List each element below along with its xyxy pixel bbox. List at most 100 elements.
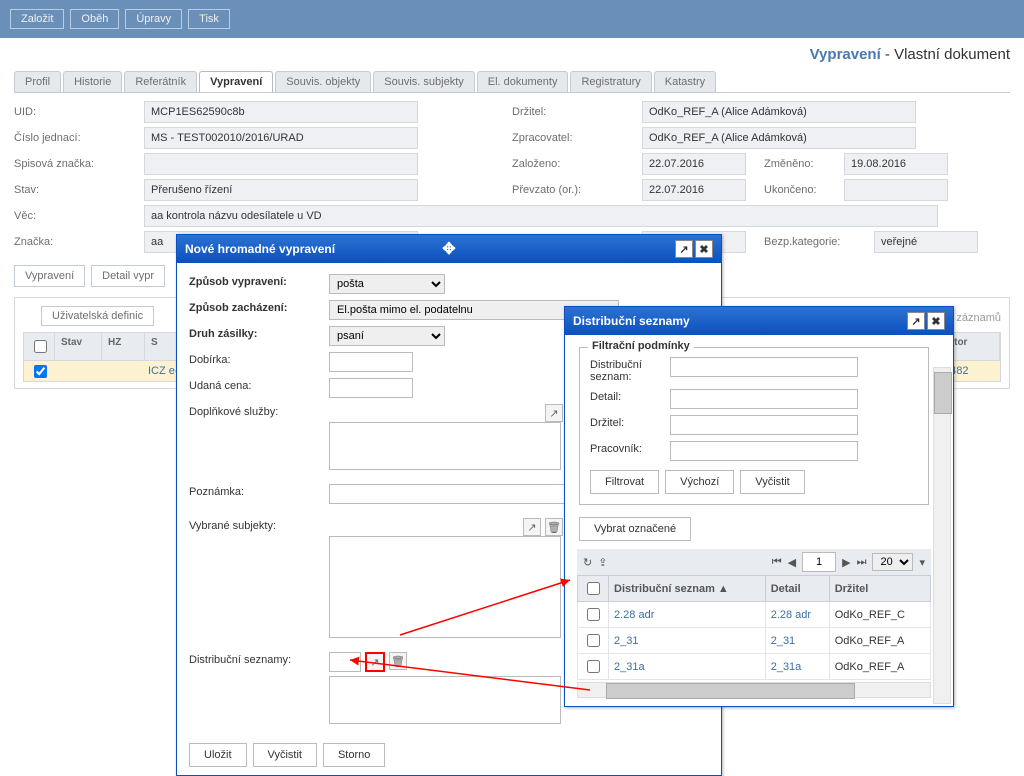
upravy-button[interactable]: Úpravy [125,9,182,29]
page-first-icon[interactable]: ⏮ [772,556,782,569]
page-prev-icon[interactable]: ◀ [788,556,796,569]
detail-label: Detail: [590,389,670,403]
tab-vypraveni[interactable]: Vypravení [199,71,273,92]
udana-cena-label: Udaná cena: [189,378,329,392]
ds-input[interactable] [670,357,858,377]
sz-label: Spisová značka: [14,158,144,170]
page-input[interactable] [802,552,836,572]
drzitel-label: Držitel: [512,106,642,118]
refresh-icon[interactable]: ↻ [583,556,592,569]
zalozeno-label: Založeno: [512,158,642,170]
th-ds[interactable]: Distribuční seznam ▲ [609,576,766,602]
druh-zasilky-label: Druh zásilky: [189,326,329,340]
obeh-button[interactable]: Oběh [70,9,119,29]
export-icon[interactable]: ⇪ [598,556,607,569]
doplnkove-sluzby-label: Doplňkové služby: [189,404,329,418]
row2-checkbox[interactable] [587,608,600,621]
vybrat-oznacene-button[interactable]: Vybrat označené [579,517,691,541]
vec-label: Věc: [14,210,144,222]
horizontal-scrollbar[interactable] [577,682,931,698]
close2-icon[interactable]: ✖ [927,312,945,330]
delete-subjekty-icon[interactable]: 🗑 [545,518,563,536]
tab-profil[interactable]: Profil [14,71,61,92]
top-toolbar: Založit Oběh Úpravy Tisk [0,0,1024,38]
znacka-label: Značka: [14,236,144,248]
ulozit-button[interactable]: Uložit [189,743,247,767]
tab-historie[interactable]: Historie [63,71,122,92]
vycistit2-button[interactable]: Vyčistit [740,470,804,494]
uid-value: MCP1ES62590c8b [144,101,418,123]
pager: ↻ ⇪ ⏮ ◀ ▶ ⏭ 20 ▾ [577,549,931,575]
zalozit-button[interactable]: Založit [10,9,64,29]
detail-vypraveni-button[interactable]: Detail vypr [91,265,165,287]
expand-subjekty-icon[interactable]: ↗ [523,518,541,536]
vertical-scrollbar[interactable] [933,367,951,704]
expand-icon[interactable]: ↗ [675,240,693,258]
dobirka-label: Dobírka: [189,352,329,366]
stav-value: Přerušeno řízení [144,179,418,201]
delete-dist-icon[interactable]: 🗑 [389,652,407,670]
dialog2-title: Distribuční seznamy [573,314,907,328]
tab-el-dokumenty[interactable]: El. dokumenty [477,71,569,92]
zmeneno-label: Změněno: [764,158,844,170]
storno-button[interactable]: Storno [323,743,385,767]
udana-cena-input[interactable] [329,378,413,398]
th-detail[interactable]: Detail [765,576,829,602]
vypraveni-button[interactable]: Vypravení [14,265,85,287]
ds-label: Distribuční seznam: [590,357,670,383]
expand-sluzby-icon[interactable]: ↗ [545,404,563,422]
title-main: Vypravení [810,46,881,63]
distribucni-seznamy-dialog: Distribuční seznamy ↗ ✖ Filtrační podmín… [564,306,954,707]
prac-input[interactable] [670,441,858,461]
filtrovat-button[interactable]: Filtrovat [590,470,659,494]
cj-label: Číslo jednací: [14,132,144,144]
cj-value: MS - TEST002010/2016/URAD [144,127,418,149]
move-icon[interactable]: ✥ [442,239,455,259]
filter-fieldset: Filtrační podmínky Distribuční seznam: D… [579,347,929,505]
vychozi-button[interactable]: Výchozí [665,470,734,494]
distribucni-seznamy-area[interactable] [329,676,561,724]
zprac-value: OdKo_REF_A (Alice Adámková) [642,127,916,149]
uzivatelska-definice-button[interactable]: Uživatelská definic [41,306,154,326]
bezp-label: Bezp.kategorie: [764,236,874,248]
page-next-icon[interactable]: ▶ [842,556,850,569]
drzitel2-input[interactable] [670,415,858,435]
tab-katastry[interactable]: Katastry [654,71,716,92]
table-row[interactable]: 2.28 adr2.28 adrOdKo_REF_C [578,602,931,628]
druh-zasilky-select[interactable]: psaní [329,326,445,346]
vycistit-button[interactable]: Vyčistit [253,743,317,767]
dialog-title: Nové hromadné vypravení [185,242,675,256]
drzitel2-label: Držitel: [590,415,670,429]
table-row[interactable]: 2_312_31OdKo_REF_A [578,628,931,654]
detail-input[interactable] [670,389,858,409]
bezp-value: veřejné [874,231,978,253]
th-drzitel[interactable]: Držitel [829,576,930,602]
select-all2-checkbox[interactable] [587,582,600,595]
row2-checkbox[interactable] [587,660,600,673]
tab-referatnik[interactable]: Referátník [124,71,197,92]
tab-souvis-objekty[interactable]: Souvis. objekty [275,71,371,92]
vybrane-subjekty-area[interactable] [329,536,561,638]
poznamka-input[interactable] [329,484,567,504]
tisk-button[interactable]: Tisk [188,9,230,29]
page-last-icon[interactable]: ⏭ [857,556,867,569]
distribution-table: Distribuční seznam ▲ Detail Držitel 2.28… [577,575,931,680]
expand-dist-icon[interactable]: ↗ [365,652,385,672]
doplnkove-sluzby-area[interactable] [329,422,561,470]
select-all-checkbox[interactable] [34,340,47,353]
vec-value: aa kontrola názvu odesílatele u VD [144,205,938,227]
row-checkbox[interactable] [34,365,47,378]
dist-input[interactable] [329,652,361,672]
table-row[interactable]: 2_31a2_31aOdKo_REF_A [578,654,931,680]
zpusob-vypraveni-select[interactable]: pošta [329,274,445,294]
close-icon[interactable]: ✖ [695,240,713,258]
row2-checkbox[interactable] [587,634,600,647]
page-title: Vypravení - Vlastní dokument [0,38,1024,71]
col-hz: HZ [102,333,145,360]
pagesize-select[interactable]: 20 [872,553,913,571]
tab-souvis-subjekty[interactable]: Souvis. subjekty [373,71,474,92]
tab-registratury[interactable]: Registratury [570,71,651,92]
expand2-icon[interactable]: ↗ [907,312,925,330]
dobirka-input[interactable] [329,352,413,372]
uid-label: UID: [14,106,144,118]
